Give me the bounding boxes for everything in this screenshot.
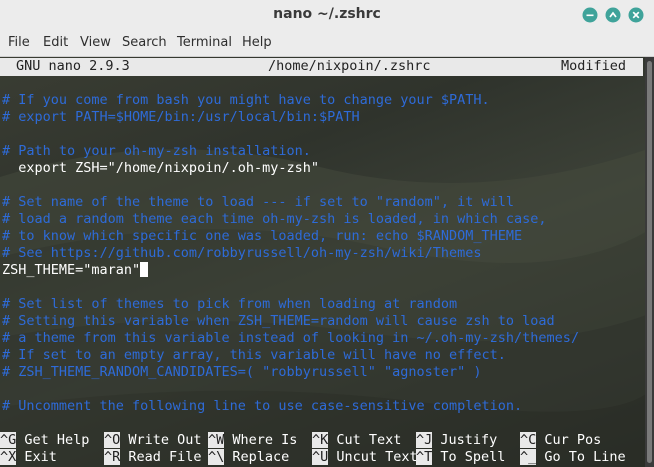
shortcut-label: Read File [120,449,202,465]
menu-help[interactable]: Help [242,35,272,50]
shortcut-read-file[interactable]: ^R Read File [104,449,202,466]
shortcut-label: Exit [16,449,57,465]
scrollbar-thumb[interactable] [647,61,652,463]
comment-line: # See https://github.com/robbyrussell/oh… [2,245,482,261]
comment-line: # to know which specific one was loaded,… [2,228,523,244]
shortcut-key: ^J [416,432,433,448]
menu-edit[interactable]: Edit [43,35,68,50]
shortcut-key: ^W [208,432,225,448]
shortcut-label: Write Out [120,432,202,448]
comment-line: # ZSH_THEME_RANDOM_CANDIDATES=( "robbyru… [2,364,482,380]
comment-line: # a theme from this variable instead of … [2,330,580,346]
menu-view[interactable]: View [80,35,111,50]
shortcut-key: ^_ [520,449,537,465]
comment-line: # Uncomment the following line to use ca… [2,398,523,414]
shortcut-label: To Spell [432,449,506,465]
close-icon[interactable] [628,7,644,23]
nano-filepath: /home/nixpoin/.zshrc [268,58,431,74]
shortcut-go-to-line[interactable]: ^_ Go To Line [520,449,626,466]
shortcut-key: ^U [312,449,329,465]
comment-line: # export PATH=$HOME/bin:/usr/local/bin:$… [2,109,360,125]
shortcut-write-out[interactable]: ^O Write Out [104,432,202,449]
title-bar[interactable]: nano ~/.zshrc [0,0,654,31]
shortcut-uncut-text[interactable]: ^U Uncut Text [312,449,418,466]
comment-line: # If set to an empty array, this variabl… [2,347,506,363]
comment-line: # Setting this variable when ZSH_THEME=r… [2,313,555,329]
shortcut-justify[interactable]: ^J Justify [416,432,497,449]
terminal-area[interactable]: GNU nano 2.9.3 /home/nixpoin/.zshrc Modi… [0,57,654,467]
menu-bar: File Edit View Search Terminal Help [0,30,654,57]
nano-version: GNU nano 2.9.3 [16,58,130,74]
shortcut-key: ^X [0,449,17,465]
comment-line: # load a random theme each time oh-my-zs… [2,211,547,227]
shortcut-label: Replace [224,449,290,465]
shortcut-label: Get Help [16,432,90,448]
shortcut-cut-text[interactable]: ^K Cut Text [312,432,401,449]
shortcut-exit[interactable]: ^X Exit [0,449,57,466]
nano-modified-status: Modified [561,58,627,74]
text-cursor [140,262,149,277]
shortcut-label: Where Is [224,432,298,448]
shortcut-key: ^\ [208,449,225,465]
shortcut-label: Justify [432,432,498,448]
nano-status-bar: GNU nano 2.9.3 /home/nixpoin/.zshrc Modi… [0,58,643,76]
shortcut-replace[interactable]: ^\ Replace [208,449,289,466]
shortcut-label: Cut Text [328,432,402,448]
menu-terminal[interactable]: Terminal [177,35,232,50]
shortcut-label: Go To Line [536,449,626,465]
comment-line: # Set list of themes to pick from when l… [2,296,458,312]
comment-line: # Path to your oh-my-zsh installation. [2,143,311,159]
shortcut-key: ^K [312,432,329,448]
scrollbar[interactable] [645,57,654,467]
shortcut-get-help[interactable]: ^G Get Help [0,432,89,449]
shortcut-where-is[interactable]: ^W Where Is [208,432,297,449]
shortcut-to-spell[interactable]: ^T To Spell [416,449,505,466]
shortcut-key: ^R [104,449,121,465]
shortcut-key: ^G [0,432,17,448]
shortcut-key: ^O [104,432,121,448]
minimize-icon[interactable] [582,7,598,23]
menu-file[interactable]: File [8,35,30,50]
maximize-icon[interactable] [605,7,621,23]
menu-search[interactable]: Search [122,35,167,50]
shortcut-label: Cur Pos [536,432,602,448]
code-line: ZSH_THEME="maran" [2,262,149,279]
window-title: nano ~/.zshrc [273,6,381,22]
shortcut-key: ^C [520,432,537,448]
terminal-window: nano ~/.zshrc File Edit View Search Term… [0,0,654,467]
shortcut-label: Uncut Text [328,449,418,465]
code-line: export ZSH="/home/nixpoin/.oh-my-zsh" [2,160,319,176]
shortcut-cur-pos[interactable]: ^C Cur Pos [520,432,601,449]
comment-line: # Set name of the theme to load --- if s… [2,194,515,210]
shortcut-key: ^T [416,449,433,465]
comment-line: # If you come from bash you might have t… [2,92,490,108]
